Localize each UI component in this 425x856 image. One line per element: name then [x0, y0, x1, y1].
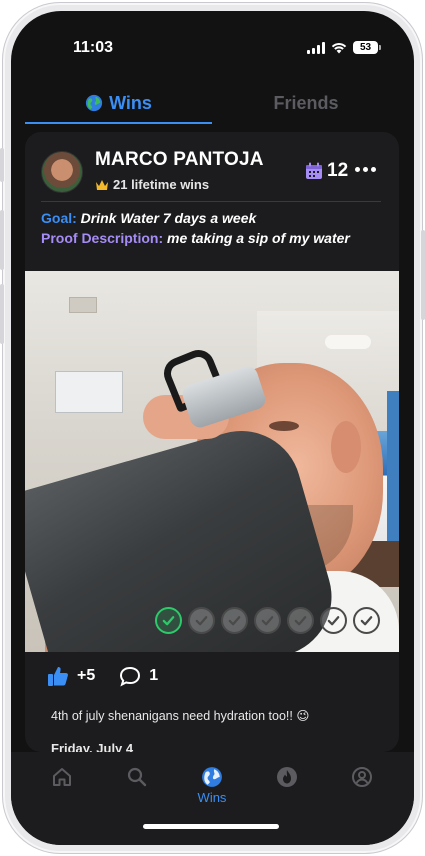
- comment-icon[interactable]: [119, 665, 141, 687]
- proof-line: Proof Description: me taking a sip of my…: [41, 230, 350, 246]
- mute-switch: [0, 148, 4, 182]
- proof-photo[interactable]: [25, 271, 399, 652]
- goal-label: Goal:: [41, 210, 77, 226]
- check-pending-icon: [221, 607, 248, 634]
- progress-checks: [155, 607, 380, 634]
- globe-icon: [202, 767, 222, 787]
- comment-count: 1: [149, 667, 159, 684]
- tab-wins[interactable]: Wins: [25, 83, 212, 123]
- tab-friends[interactable]: Friends: [212, 83, 400, 123]
- check-pending-icon: [254, 607, 281, 634]
- more-options-button[interactable]: [355, 167, 376, 172]
- status-time: 11:03: [73, 39, 114, 56]
- active-tab-indicator: [25, 122, 212, 124]
- photo-wall-frame: [55, 371, 123, 413]
- wifi-icon: [331, 42, 347, 53]
- like-count: +5: [77, 667, 96, 684]
- nav-streaks[interactable]: [267, 766, 307, 788]
- crown-icon: [96, 179, 108, 190]
- bottom-nav: Wins: [11, 752, 414, 845]
- photo-vent: [69, 297, 97, 313]
- check-complete-icon: [155, 607, 182, 634]
- header-divider: [41, 201, 381, 202]
- nav-profile[interactable]: [342, 766, 382, 788]
- profile-icon: [352, 767, 372, 787]
- flame-icon: [277, 767, 297, 787]
- photo-person-ear: [331, 421, 361, 473]
- photo-jug: [387, 391, 399, 541]
- reactions-bar: +5 1: [47, 665, 158, 687]
- nav-wins[interactable]: Wins: [192, 766, 232, 805]
- check-pending-icon: [353, 607, 380, 634]
- globe-icon: [85, 94, 103, 112]
- status-icons: 53: [307, 41, 381, 54]
- home-icon: [53, 768, 71, 786]
- user-name[interactable]: MARCO PANTOJA: [95, 149, 264, 171]
- home-indicator[interactable]: [143, 824, 279, 829]
- streak-count: 12: [327, 160, 349, 181]
- photo-light: [325, 335, 371, 349]
- nav-wins-label: Wins: [197, 790, 227, 805]
- proof-value: me taking a sip of my water: [167, 230, 350, 246]
- battery-indicator: 53: [353, 41, 381, 54]
- volume-up-button: [0, 210, 4, 270]
- nav-search[interactable]: [117, 766, 157, 788]
- goal-value: Drink Water 7 days a week: [80, 210, 257, 226]
- tab-friends-label: Friends: [273, 92, 339, 113]
- proof-label: Proof Description:: [41, 230, 164, 246]
- nav-home[interactable]: [42, 766, 82, 788]
- goal-line: Goal: Drink Water 7 days a week: [41, 210, 256, 226]
- thumbs-up-icon[interactable]: [47, 665, 69, 687]
- post-date: Friday, July 4: [51, 741, 134, 752]
- search-icon: [127, 767, 147, 787]
- tab-wins-label: Wins: [109, 92, 152, 113]
- screen: 11:03 53 Wins Friends MARCO PANTOJA 21 l…: [11, 11, 414, 845]
- check-pending-icon: [188, 607, 215, 634]
- volume-down-button: [0, 284, 4, 344]
- lifetime-wins-text: 21 lifetime wins: [113, 177, 210, 192]
- power-button: [421, 230, 425, 320]
- feed-tabs: Wins Friends: [25, 83, 400, 125]
- post-caption: 4th of july shenanigans need hydration t…: [51, 709, 310, 723]
- lifetime-wins: 21 lifetime wins: [95, 177, 209, 192]
- photo-person-eye: [269, 421, 299, 431]
- calendar-icon: [306, 162, 322, 179]
- signal-icon: [307, 41, 325, 54]
- check-pending-icon: [320, 607, 347, 634]
- check-pending-icon: [287, 607, 314, 634]
- win-post-card: MARCO PANTOJA 21 lifetime wins 12 Goal: …: [25, 132, 399, 752]
- streak-badge: 12: [305, 160, 348, 182]
- avatar[interactable]: [41, 151, 83, 193]
